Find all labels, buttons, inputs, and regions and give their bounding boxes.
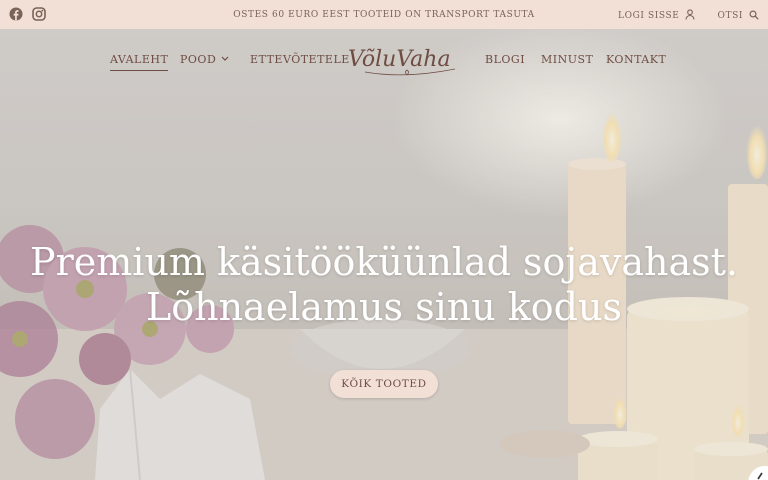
nav-item-pood[interactable]: POOD	[180, 53, 229, 66]
chevron-down-icon	[221, 55, 229, 64]
logo-text: VõluVaha	[348, 47, 451, 72]
announcement-bar: OSTES 60 EURO EEST TOOTEID ON TRANSPORT …	[0, 0, 768, 29]
search-link[interactable]: OTSI	[717, 11, 743, 21]
nav-item-minust[interactable]: MINUST	[541, 53, 593, 66]
nav-item-pood-label: POOD	[180, 53, 217, 66]
all-products-button[interactable]: KÕIK TOOTED	[330, 370, 438, 398]
nav-item-blogi[interactable]: BLOGI	[485, 53, 525, 66]
login-link[interactable]: LOGI SISSE	[618, 11, 679, 21]
chevron-icon	[756, 470, 766, 480]
hero-headline-line1: Premium käsitööküünlad sojavahast.	[30, 240, 738, 284]
nav-item-ettevotetele[interactable]: ETTEVÕTETELE	[250, 53, 350, 66]
hero-headline: Premium käsitööküünlad sojavahast. Lõhna…	[0, 240, 768, 330]
nav-item-avaleht[interactable]: AVALEHT	[110, 53, 169, 71]
nav-item-kontakt[interactable]: KONTAKT	[606, 53, 666, 66]
hero-headline-line2: Lõhnaelamus sinu kodus	[146, 285, 622, 329]
search-icon[interactable]	[749, 9, 759, 23]
user-icon[interactable]	[685, 9, 696, 23]
site-logo[interactable]: VõluVaha	[345, 39, 467, 81]
main-navigation: AVALEHT POOD ETTEVÕTETELE VõluVaha BLOGI…	[0, 29, 768, 89]
